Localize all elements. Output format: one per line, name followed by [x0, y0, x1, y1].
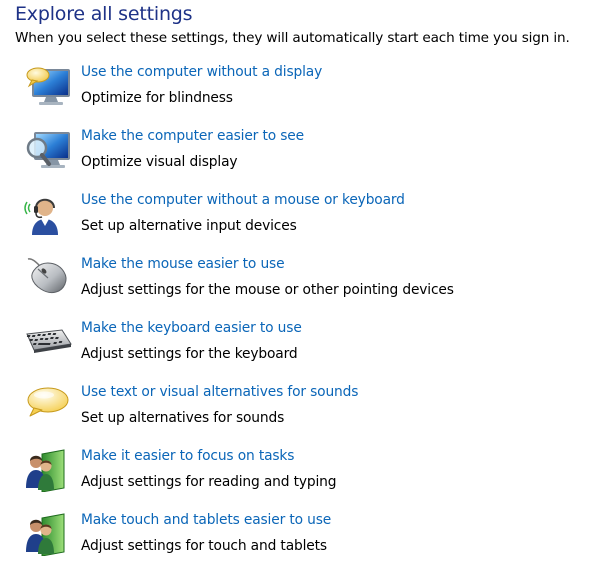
setting-link-without-display[interactable]: Use the computer without a display	[81, 64, 322, 80]
page-title: Explore all settings	[15, 3, 193, 25]
setting-link-mouse-easier[interactable]: Make the mouse easier to use	[81, 256, 285, 272]
people-panel-icon	[24, 512, 74, 556]
setting-item-keyboard-easier: Make the keyboard easier to use Adjust s…	[24, 320, 584, 376]
keyboard-icon	[24, 320, 74, 364]
people-panel-icon	[24, 448, 74, 492]
setting-link-keyboard-easier[interactable]: Make the keyboard easier to use	[81, 320, 302, 336]
setting-description: Set up alternatives for sounds	[81, 410, 285, 426]
setting-description: Adjust settings for the mouse or other p…	[81, 282, 454, 298]
setting-description: Optimize for blindness	[81, 90, 233, 106]
setting-link-without-mouse-keyboard[interactable]: Use the computer without a mouse or keyb…	[81, 192, 405, 208]
headset-person-icon	[24, 192, 74, 236]
setting-item-easier-to-see: Make the computer easier to see Optimize…	[24, 128, 584, 184]
monitor-speech-bubble-icon	[24, 64, 74, 108]
page-description: When you select these settings, they wil…	[15, 30, 570, 46]
setting-item-sound-alternatives: Use text or visual alternatives for soun…	[24, 384, 584, 440]
setting-description: Adjust settings for reading and typing	[81, 474, 337, 490]
setting-link-easier-to-see[interactable]: Make the computer easier to see	[81, 128, 304, 144]
setting-item-mouse-easier: Make the mouse easier to use Adjust sett…	[24, 256, 584, 312]
setting-link-focus-tasks[interactable]: Make it easier to focus on tasks	[81, 448, 294, 464]
mouse-icon	[24, 256, 74, 300]
setting-item-touch-tablets: Make touch and tablets easier to use Adj…	[24, 512, 584, 568]
setting-link-sound-alternatives[interactable]: Use text or visual alternatives for soun…	[81, 384, 358, 400]
setting-description: Set up alternative input devices	[81, 218, 297, 234]
setting-item-without-display: Use the computer without a display Optim…	[24, 64, 584, 120]
setting-link-touch-tablets[interactable]: Make touch and tablets easier to use	[81, 512, 331, 528]
setting-description: Adjust settings for touch and tablets	[81, 538, 327, 554]
setting-item-without-mouse-keyboard: Use the computer without a mouse or keyb…	[24, 192, 584, 248]
setting-description: Optimize visual display	[81, 154, 238, 170]
setting-item-focus-tasks: Make it easier to focus on tasks Adjust …	[24, 448, 584, 504]
monitor-magnifier-icon	[24, 128, 74, 172]
speech-bubble-icon	[24, 384, 74, 428]
setting-description: Adjust settings for the keyboard	[81, 346, 298, 362]
